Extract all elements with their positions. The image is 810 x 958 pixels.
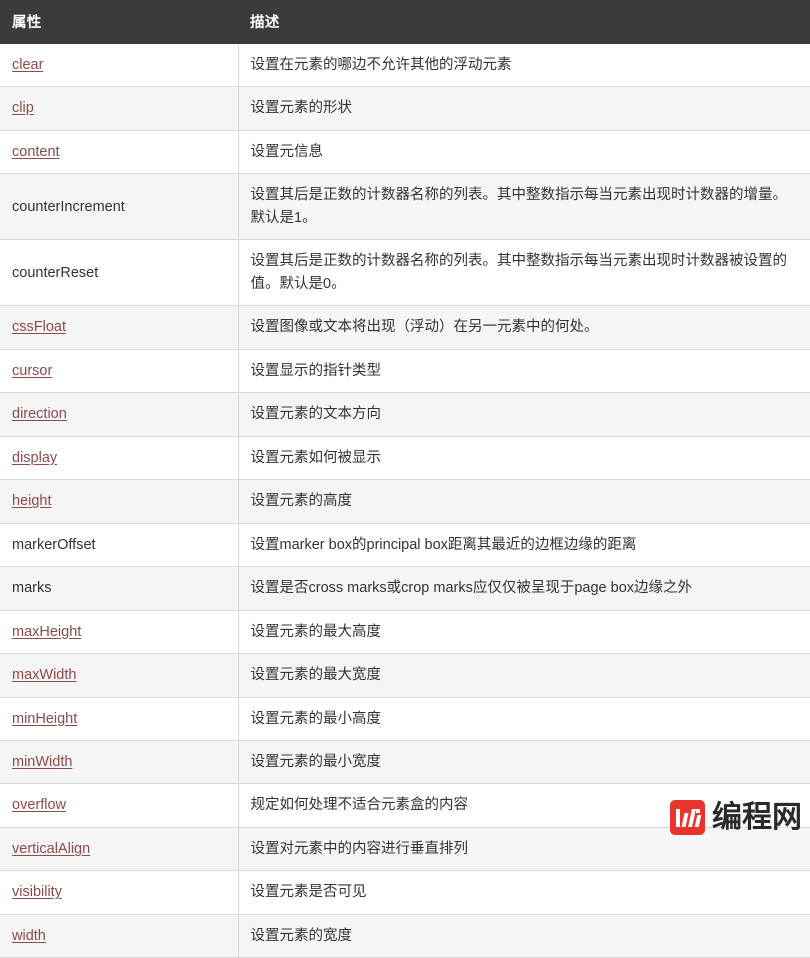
property-name: counterReset — [12, 264, 99, 281]
description-cell: 设置元素的形状 — [238, 86, 810, 131]
table-row: minWidth 设置元素的最小宽度 — [0, 740, 810, 785]
property-link[interactable]: height — [12, 493, 52, 509]
property-link[interactable]: width — [12, 928, 46, 944]
property-cell: counterIncrement — [0, 173, 239, 241]
column-header-description: 描述 — [238, 0, 810, 44]
description-cell: 设置其后是正数的计数器名称的列表。其中整数指示每当元素出现时计数器的增量。默认是… — [238, 173, 810, 241]
table-row: verticalAlign 设置对元素中的内容进行垂直排列 — [0, 827, 810, 872]
property-cell: display — [0, 436, 239, 481]
description-cell: 设置对元素中的内容进行垂直排列 — [238, 827, 810, 872]
property-link[interactable]: cssFloat — [12, 319, 66, 335]
table-row: clip 设置元素的形状 — [0, 86, 810, 131]
description-cell: 设置元素的高度 — [238, 479, 810, 524]
property-cell: content — [0, 130, 239, 175]
property-cell: minHeight — [0, 697, 239, 741]
property-link[interactable]: overflow — [12, 797, 66, 813]
table-row: display 设置元素如何被显示 — [0, 436, 810, 481]
property-cell: counterReset — [0, 239, 239, 307]
table-header: 属性 描述 — [0, 0, 810, 44]
table-row: overflow 规定如何处理不适合元素盒的内容 — [0, 783, 810, 828]
description-cell: 设置元素的最大高度 — [238, 610, 810, 655]
property-link[interactable]: maxHeight — [12, 624, 81, 640]
property-cell: cursor — [0, 349, 239, 394]
table-row: maxWidth 设置元素的最大宽度 — [0, 653, 810, 698]
description-cell: 设置图像或文本将出现（浮动）在另一元素中的何处。 — [238, 305, 810, 350]
description-cell: 设置元素的文本方向 — [238, 392, 810, 437]
property-link[interactable]: display — [12, 450, 57, 466]
table-row: cssFloat 设置图像或文本将出现（浮动）在另一元素中的何处。 — [0, 305, 810, 350]
table-row: content 设置元信息 — [0, 130, 810, 175]
property-cell: markerOffset — [0, 523, 239, 568]
property-name: marks — [12, 580, 52, 597]
description-cell: 规定如何处理不适合元素盒的内容 — [238, 783, 810, 828]
css-properties-table: 属性 描述 clear 设置在元素的哪边不允许其他的浮动元素 clip 设置元素的形状… — [0, 0, 810, 958]
property-link[interactable]: clip — [12, 100, 34, 116]
table-row: clear 设置在元素的哪边不允许其他的浮动元素 — [0, 44, 810, 88]
property-cell: clip — [0, 86, 239, 131]
description-cell: 设置元素的宽度 — [238, 914, 810, 958]
table-row: counterReset 设置其后是正数的计数器名称的列表。其中整数指示每当元素出… — [0, 239, 810, 307]
description-cell: 设置元素的最小高度 — [238, 697, 810, 741]
description-cell: 设置其后是正数的计数器名称的列表。其中整数指示每当元素出现时计数器被设置的值。默… — [238, 239, 810, 307]
property-cell: marks — [0, 566, 239, 611]
property-link[interactable]: direction — [12, 406, 67, 422]
description-cell: 设置显示的指针类型 — [238, 349, 810, 394]
table-row: maxHeight 设置元素的最大高度 — [0, 610, 810, 655]
property-link[interactable]: clear — [12, 57, 43, 73]
property-cell: minWidth — [0, 740, 239, 785]
property-cell: direction — [0, 392, 239, 437]
property-link[interactable]: content — [12, 144, 60, 160]
table-row: height 设置元素的高度 — [0, 479, 810, 524]
table-row: marks 设置是否cross marks或crop marks应仅仅被呈现于pa… — [0, 566, 810, 611]
property-cell: verticalAlign — [0, 827, 239, 872]
description-cell: 设置元信息 — [238, 130, 810, 175]
property-link[interactable]: minWidth — [12, 754, 72, 770]
table-body: clear 设置在元素的哪边不允许其他的浮动元素 clip 设置元素的形状 conten… — [0, 44, 810, 958]
description-cell: 设置元素的最小宽度 — [238, 740, 810, 785]
description-cell: 设置是否cross marks或crop marks应仅仅被呈现于page bo… — [238, 566, 810, 611]
description-cell: 设置在元素的哪边不允许其他的浮动元素 — [238, 44, 810, 88]
property-cell: visibility — [0, 870, 239, 915]
column-header-property: 属性 — [0, 0, 238, 44]
property-name: markerOffset — [12, 536, 96, 553]
property-link[interactable]: maxWidth — [12, 667, 76, 683]
table-row: markerOffset 设置marker box的principal box距离… — [0, 523, 810, 568]
property-link[interactable]: visibility — [12, 884, 62, 900]
description-cell: 设置元素如何被显示 — [238, 436, 810, 481]
table-row: cursor 设置显示的指针类型 — [0, 349, 810, 394]
property-cell: cssFloat — [0, 305, 239, 350]
property-cell: maxHeight — [0, 610, 239, 655]
table-row: minHeight 设置元素的最小高度 — [0, 697, 810, 741]
description-cell: 设置元素的最大宽度 — [238, 653, 810, 698]
property-cell: clear — [0, 44, 239, 88]
property-link[interactable]: verticalAlign — [12, 841, 90, 857]
property-cell: overflow — [0, 783, 239, 828]
table-row: visibility 设置元素是否可见 — [0, 870, 810, 915]
table-row: width 设置元素的宽度 — [0, 914, 810, 958]
table-header-row: 属性 描述 — [0, 0, 810, 44]
property-cell: height — [0, 479, 239, 524]
table-row: counterIncrement 设置其后是正数的计数器名称的列表。其中整数指示每… — [0, 173, 810, 241]
description-cell: 设置元素是否可见 — [238, 870, 810, 915]
property-cell: width — [0, 914, 239, 958]
property-cell: maxWidth — [0, 653, 239, 698]
description-cell: 设置marker box的principal box距离其最近的边框边缘的距离 — [238, 523, 810, 568]
table-row: direction 设置元素的文本方向 — [0, 392, 810, 437]
property-link[interactable]: minHeight — [12, 711, 77, 727]
property-link[interactable]: cursor — [12, 363, 52, 379]
property-name: counterIncrement — [12, 198, 125, 215]
